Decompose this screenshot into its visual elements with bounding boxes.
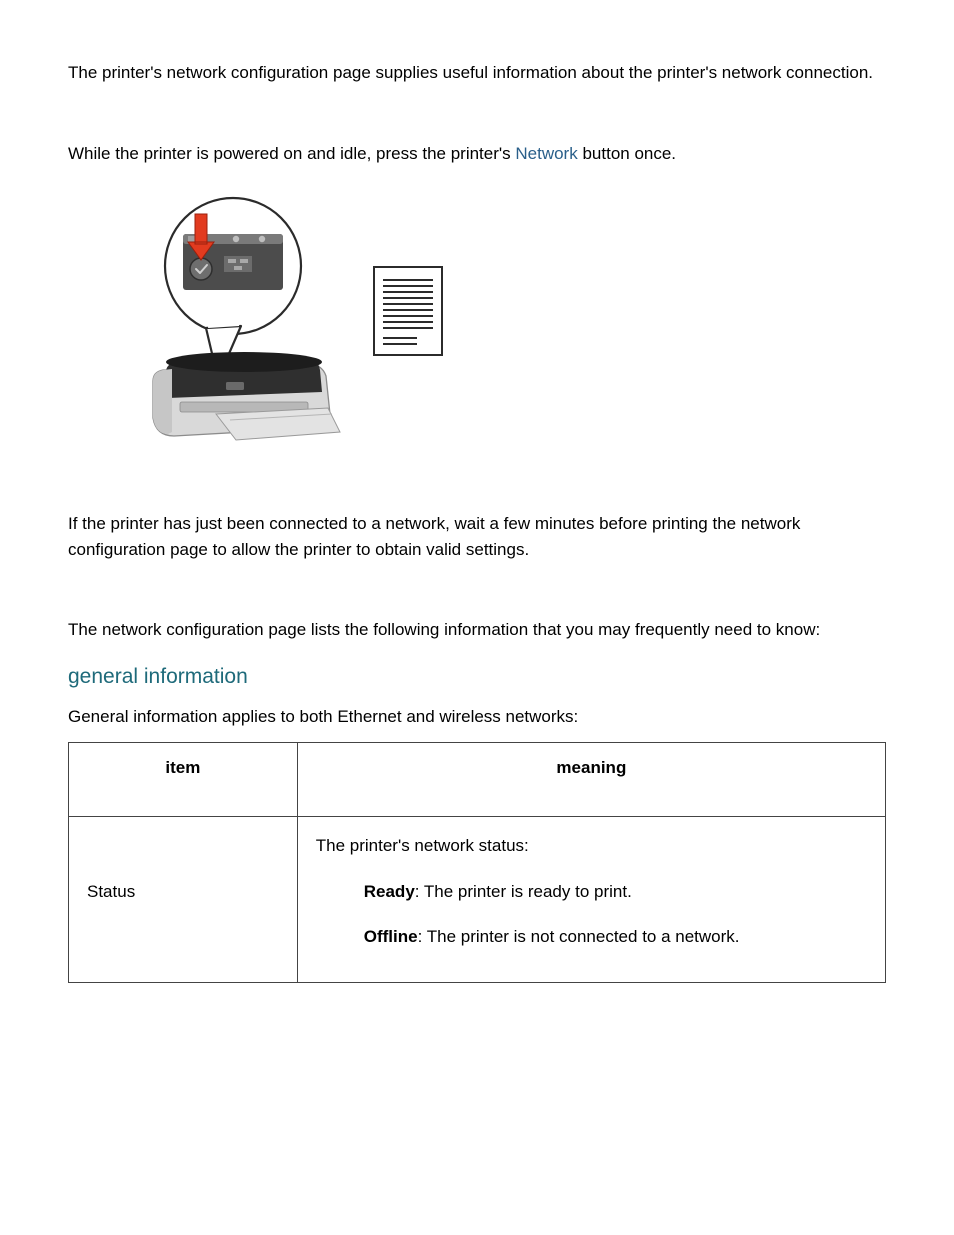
meaning-desc: : The printer is ready to print.: [415, 882, 632, 901]
network-link[interactable]: Network: [515, 144, 577, 163]
meaning-term: Ready: [364, 882, 415, 901]
cell-meaning: The printer's network status: Ready: The…: [297, 817, 885, 983]
table-row: Status The printer's network status: Rea…: [69, 817, 886, 983]
printed-page-icon: [373, 266, 443, 356]
meaning-desc: : The printer is not connected to a netw…: [418, 927, 740, 946]
header-item: item: [69, 742, 298, 817]
general-info-table: item meaning Status The printer's networ…: [68, 742, 886, 983]
list-intro-paragraph: The network configuration page lists the…: [68, 617, 886, 643]
printer-illustration: [108, 196, 886, 461]
cell-item: Status: [69, 817, 298, 983]
general-info-description: General information applies to both Ethe…: [68, 704, 886, 730]
meaning-detail: Offline: The printer is not connected to…: [364, 924, 867, 950]
table-header-row: item meaning: [69, 742, 886, 817]
instruction-text-post: button once.: [578, 144, 676, 163]
printer-with-callout-icon: [108, 196, 348, 461]
header-meaning: meaning: [297, 742, 885, 817]
intro-paragraph: The printer's network configuration page…: [68, 60, 886, 86]
instruction-text-pre: While the printer is powered on and idle…: [68, 144, 515, 163]
wait-note-paragraph: If the printer has just been connected t…: [68, 511, 886, 562]
instruction-paragraph: While the printer is powered on and idle…: [68, 141, 886, 167]
meaning-term: Offline: [364, 927, 418, 946]
meaning-detail: Ready: The printer is ready to print.: [364, 879, 867, 905]
general-information-heading: general information: [68, 661, 886, 693]
meaning-intro: The printer's network status:: [316, 833, 867, 859]
